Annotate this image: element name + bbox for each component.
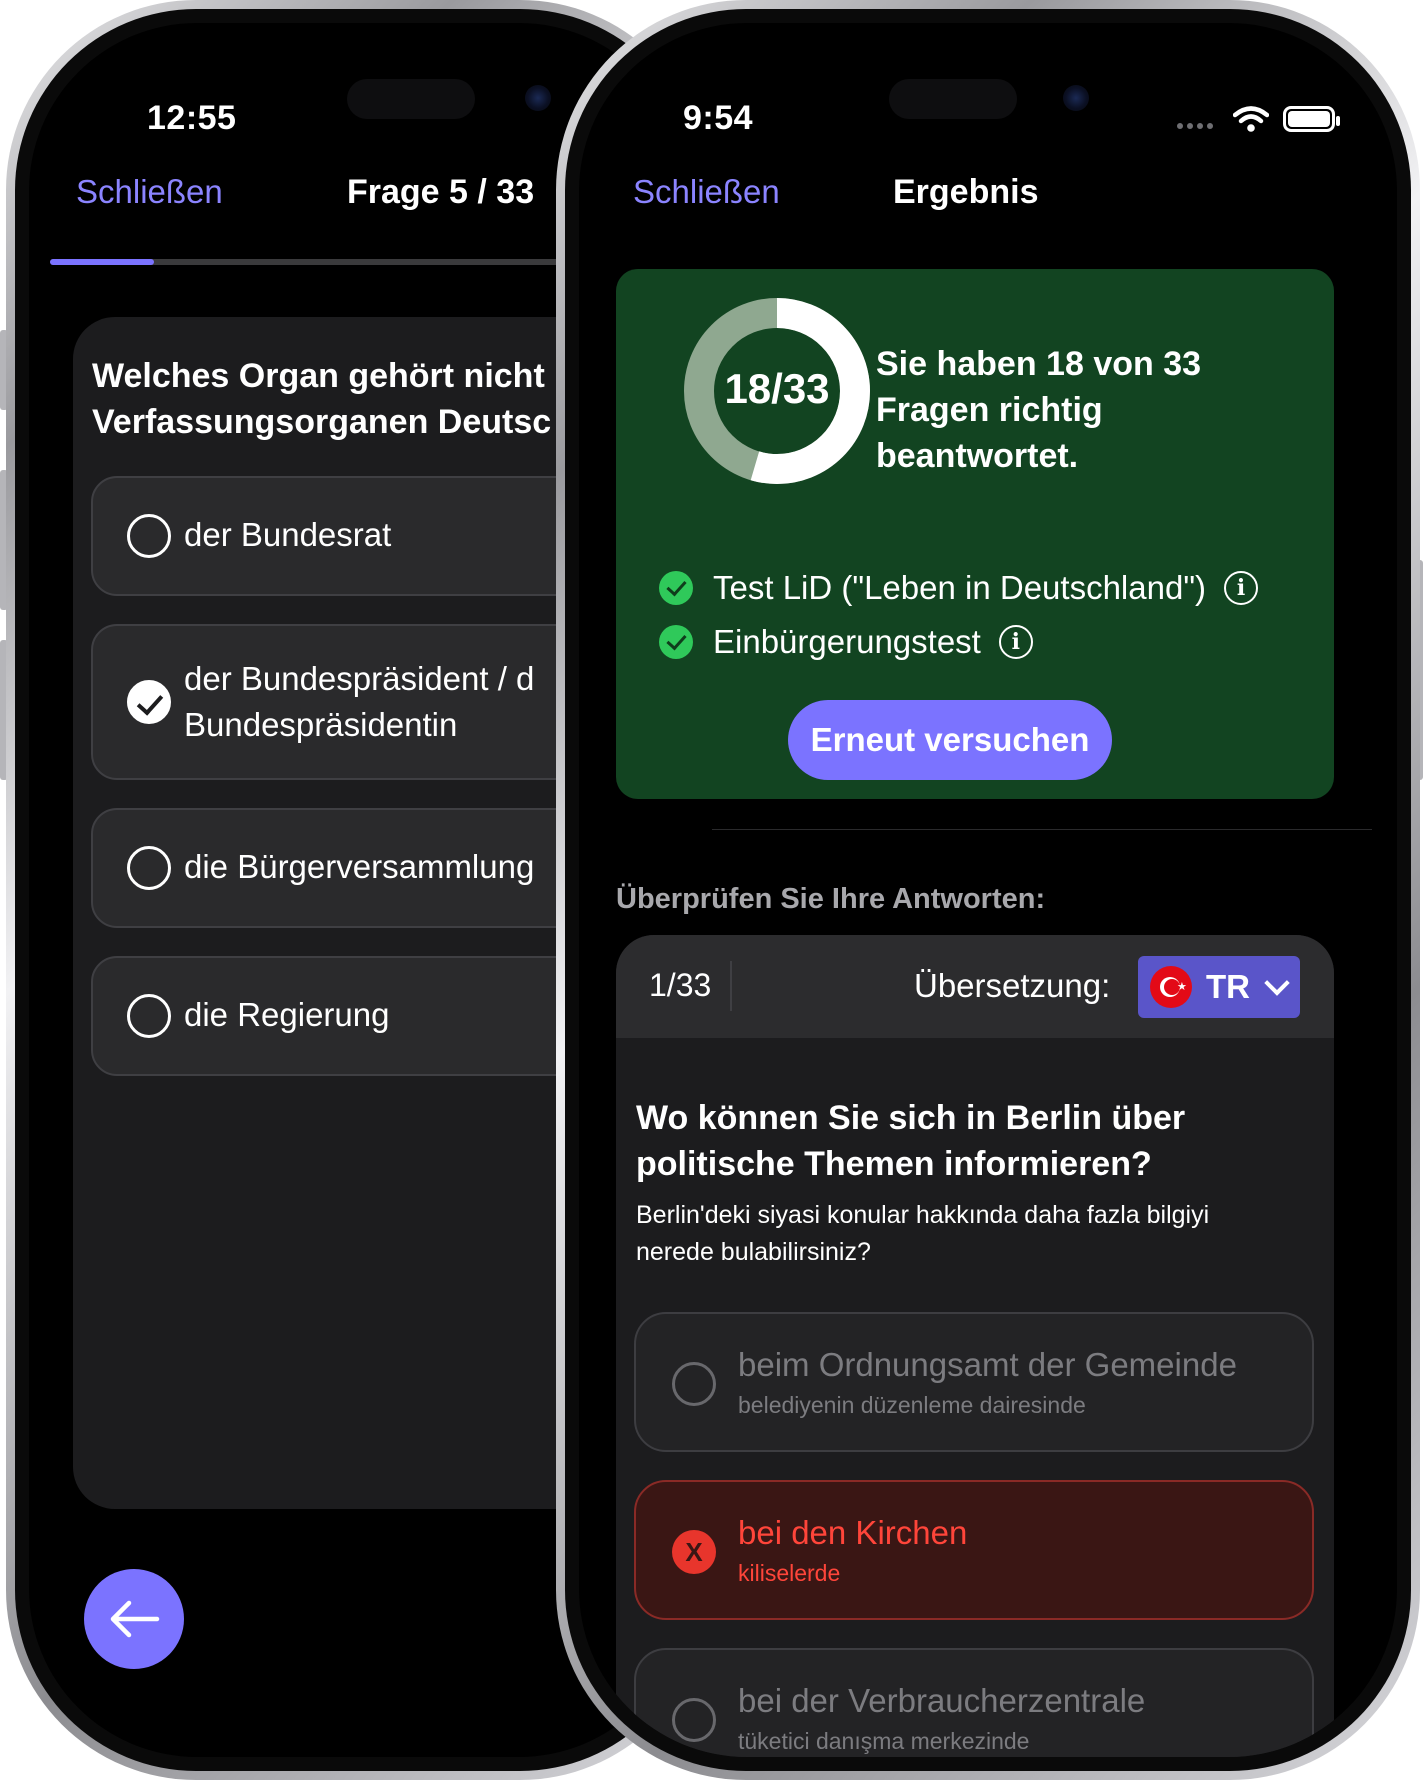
- radio-unchecked-icon: [672, 1362, 716, 1406]
- answer-option-label: die Regierung: [184, 996, 390, 1033]
- answer-translation: tüketici danışma merkezinde: [738, 1728, 1030, 1754]
- review-translation-line-2: nerede bulabilirsiniz?: [636, 1238, 871, 1266]
- answer-option-1[interactable]: der Bundesrat: [91, 476, 611, 596]
- review-question-translation: Berlin'deki siyasi konular hakkında daha…: [636, 1197, 1296, 1271]
- answer-option-label-line-2: Bundespräsidentin: [184, 706, 458, 743]
- answer-option-label: der Bundesrat: [184, 516, 392, 553]
- radio-unchecked-icon: [127, 514, 171, 558]
- answer-option-4[interactable]: die Regierung: [91, 956, 611, 1076]
- question-progress-bar: [50, 259, 570, 265]
- score-label: 18/33: [724, 365, 830, 412]
- review-answer-3[interactable]: bei der Verbraucherzentrale tüketici dan…: [634, 1648, 1314, 1757]
- retry-button[interactable]: Erneut versuchen: [788, 700, 1112, 780]
- right-phone: 9:54 Schließen Ergebnis 18/33 Sie haben …: [556, 0, 1420, 1780]
- review-card: 1/33 Übersetzung: ★ TR Wo können Sie sic…: [616, 935, 1334, 1757]
- check-circle-icon: [659, 571, 693, 605]
- cellular-signal-icon: [1177, 123, 1213, 129]
- camera-icon: [525, 85, 551, 111]
- question-text: Welches Organ gehört nicht Verfassungsor…: [92, 353, 592, 445]
- review-answer-2[interactable]: X bei den Kirchen kiliselerde: [634, 1480, 1314, 1620]
- radio-unchecked-icon: [672, 1698, 716, 1742]
- chevron-down-icon: [1262, 973, 1290, 1001]
- turkey-flag-icon: ★: [1150, 966, 1192, 1008]
- answer-option-2[interactable]: der Bundespräsident / d Bundespräsidenti…: [91, 624, 611, 780]
- info-icon[interactable]: i: [998, 625, 1033, 659]
- test-status-einbuergerung: Einbürgerungstest i: [659, 623, 1033, 661]
- wifi-icon: [1233, 106, 1269, 132]
- check-circle-icon: [659, 625, 693, 659]
- question-progress-fill: [50, 259, 154, 265]
- status-time: 9:54: [683, 99, 754, 137]
- status-time: 12:55: [147, 99, 237, 137]
- answer-text: bei den Kirchen: [738, 1514, 968, 1551]
- answer-translation: belediyenin düzenleme dairesinde: [738, 1392, 1086, 1418]
- review-question: Wo können Sie sich in Berlin über politi…: [636, 1095, 1296, 1187]
- page-title: Frage 5 / 33: [347, 173, 535, 211]
- right-phone-screen: 9:54 Schließen Ergebnis 18/33 Sie haben …: [579, 23, 1397, 1757]
- test-status-lid: Test LiD ("Leben in Deutschland") i: [659, 569, 1259, 607]
- close-button[interactable]: Schließen: [633, 173, 780, 211]
- radio-unchecked-icon: [127, 846, 171, 890]
- review-card-header: 1/33 Übersetzung: ★ TR: [616, 935, 1334, 1038]
- result-summary-line-3: beantwortet.: [876, 437, 1079, 475]
- test-label: Einbürgerungstest: [713, 623, 981, 660]
- language-code: TR: [1206, 968, 1250, 1005]
- question-counter: 1/33: [649, 967, 712, 1003]
- test-label: Test LiD ("Leben in Deutschland"): [713, 569, 1207, 606]
- status-icons: [1177, 105, 1340, 133]
- result-summary-line-2: Fragen richtig: [876, 391, 1103, 429]
- review-question-line-2: politische Themen informieren?: [636, 1145, 1152, 1183]
- arrow-left-icon: [110, 1600, 160, 1638]
- page-title: Ergebnis: [893, 173, 1039, 211]
- camera-icon: [1063, 85, 1089, 111]
- answer-option-label: die Bürgerversammlung: [184, 848, 535, 885]
- radio-unchecked-icon: [127, 994, 171, 1038]
- answer-option-3[interactable]: die Bürgerversammlung: [91, 808, 611, 928]
- result-summary: Sie haben 18 von 33 Fragen richtig beant…: [876, 341, 1256, 479]
- translation-label: Übersetzung:: [914, 967, 1111, 1004]
- language-select[interactable]: ★ TR: [1138, 956, 1300, 1018]
- question-line-2: Verfassungsorganen Deutsc: [92, 403, 552, 441]
- answer-translation: kiliselerde: [738, 1560, 841, 1586]
- dynamic-island: [347, 79, 475, 119]
- header-separator: [730, 961, 732, 1011]
- review-answer-1[interactable]: beim Ordnungsamt der Gemeinde belediyeni…: [634, 1312, 1314, 1452]
- wrong-answer-x-icon: X: [672, 1530, 716, 1574]
- review-question-line-1: Wo können Sie sich in Berlin über: [636, 1099, 1186, 1137]
- battery-icon: [1283, 106, 1340, 132]
- answer-text: beim Ordnungsamt der Gemeinde: [738, 1346, 1237, 1383]
- question-line-1: Welches Organ gehört nicht: [92, 357, 545, 395]
- answer-option-label-line-1: der Bundespräsident / d: [184, 660, 535, 697]
- radio-checked-icon: [127, 680, 171, 724]
- info-icon[interactable]: i: [1224, 571, 1259, 605]
- result-summary-line-1: Sie haben 18 von 33: [876, 345, 1202, 383]
- answer-text: bei der Verbraucherzentrale: [738, 1682, 1146, 1719]
- review-heading: Überprüfen Sie Ihre Antworten:: [616, 883, 1046, 915]
- divider: [712, 829, 1372, 830]
- close-button[interactable]: Schließen: [76, 173, 223, 211]
- dynamic-island: [889, 79, 1017, 119]
- review-translation-line-1: Berlin'deki siyasi konular hakkında daha…: [636, 1201, 1210, 1229]
- back-button[interactable]: [84, 1569, 184, 1669]
